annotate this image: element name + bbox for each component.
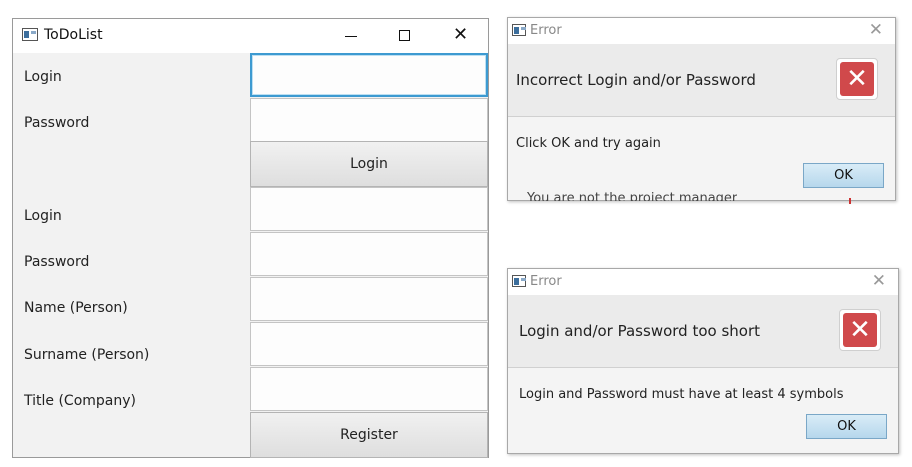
background-red-mark [849, 198, 851, 204]
register-login-label: Login [24, 208, 62, 224]
minimize-button[interactable] [326, 19, 376, 53]
error-dialog-incorrect-login: Error ✕ Incorrect Login and/or Password … [507, 17, 896, 201]
company-title-input[interactable] [250, 367, 488, 411]
register-password-input[interactable] [250, 232, 488, 276]
app-window-icon [512, 24, 526, 36]
surname-label: Surname (Person) [24, 347, 150, 363]
todolist-window: ToDoList ✕ Login Password Login Login Pa… [12, 18, 489, 458]
maximize-button[interactable] [379, 19, 429, 53]
login-input[interactable] [250, 53, 488, 97]
dialog-header-text: Incorrect Login and/or Password [516, 71, 756, 89]
dialog-content-text: Login and Password must have at least 4 … [519, 387, 844, 402]
dialog-header-text: Login and/or Password too short [519, 322, 761, 340]
register-password-label: Password [24, 254, 90, 270]
register-button[interactable]: Register [250, 412, 488, 458]
close-icon: ✕ [453, 24, 469, 45]
close-icon[interactable]: ✕ [869, 20, 883, 40]
error-x-icon: ✕ [836, 58, 878, 100]
dialog-title: Error [530, 274, 562, 289]
app-window-icon [22, 28, 38, 41]
dialog-title-bar: Error ✕ [508, 18, 895, 44]
register-login-input[interactable] [250, 187, 488, 231]
dialog-header: Login and/or Password too short ✕ [508, 295, 898, 368]
dialog-header: Incorrect Login and/or Password ✕ [508, 44, 895, 117]
dialog-content-text: Click OK and try again [516, 136, 661, 151]
close-icon[interactable]: ✕ [872, 271, 886, 291]
company-title-label: Title (Company) [24, 393, 136, 409]
password-label: Password [24, 115, 90, 131]
name-label: Name (Person) [24, 300, 128, 316]
surname-input[interactable] [250, 322, 488, 366]
close-button[interactable]: ✕ [434, 19, 484, 53]
maximize-icon [399, 30, 410, 41]
ok-button[interactable]: OK [806, 414, 887, 439]
background-peek-text: You are not the project manager [527, 192, 738, 201]
name-input[interactable] [250, 277, 488, 321]
minimize-icon [345, 36, 357, 37]
dialog-title-bar: Error ✕ [508, 269, 898, 295]
app-window-icon [512, 275, 526, 287]
login-button[interactable]: Login [250, 141, 488, 187]
error-dialog-too-short: Error ✕ Login and/or Password too short … [507, 268, 899, 454]
error-x-icon: ✕ [839, 309, 881, 351]
login-label: Login [24, 69, 62, 85]
title-bar: ToDoList ✕ [13, 19, 488, 53]
ok-button[interactable]: OK [803, 163, 884, 188]
password-input[interactable] [250, 98, 488, 142]
window-title: ToDoList [44, 27, 103, 43]
dialog-title: Error [530, 23, 562, 38]
